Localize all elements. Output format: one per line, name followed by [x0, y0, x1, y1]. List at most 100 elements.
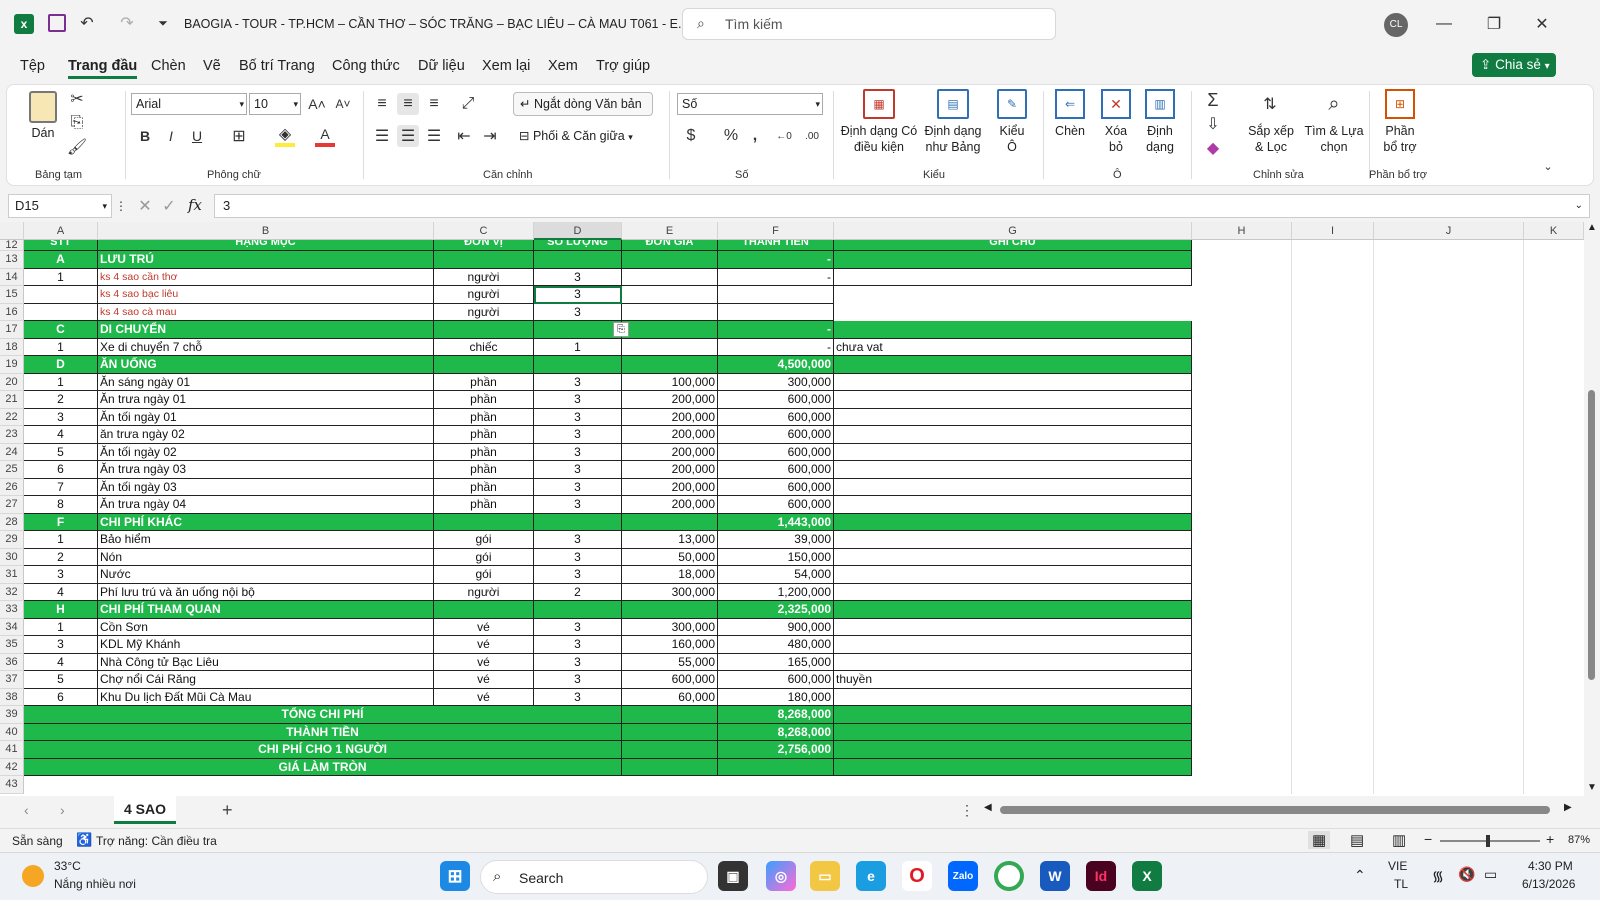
find-select-label-1[interactable]: Tìm & Lựa — [1303, 123, 1365, 139]
cell[interactable] — [534, 356, 622, 374]
item-name-cell[interactable]: Ăn trưa ngày 04 — [98, 496, 434, 514]
comma-style-icon[interactable]: , — [747, 125, 763, 147]
cell[interactable] — [434, 356, 534, 374]
quantity-cell[interactable]: 3 — [534, 461, 622, 479]
row-header[interactable]: 40 — [0, 723, 24, 741]
table-header-cell[interactable]: THÀNH TIỀN — [718, 240, 834, 251]
item-name-cell[interactable]: ăn trưa ngày 02 — [98, 426, 434, 444]
column-header[interactable]: B — [98, 222, 434, 240]
cell[interactable] — [622, 723, 718, 741]
conditional-formatting-icon[interactable]: ▦ — [863, 89, 895, 119]
quantity-cell[interactable]: 3 — [534, 478, 622, 496]
unit-price-cell[interactable]: 55,000 — [622, 653, 718, 671]
tab-review[interactable]: Xem lại — [482, 58, 530, 74]
quantity-cell[interactable]: 3 — [534, 688, 622, 706]
cell-styles-icon[interactable]: ✎ — [997, 89, 1027, 119]
stt-cell[interactable]: 1 — [24, 531, 98, 549]
row-header[interactable]: 31 — [0, 566, 24, 584]
cell[interactable] — [834, 251, 1192, 269]
cell[interactable] — [534, 321, 622, 339]
section-total-cell[interactable]: - — [718, 321, 834, 339]
stt-cell[interactable]: 2 — [24, 391, 98, 409]
section-title-cell[interactable]: ĂN UỐNG — [98, 356, 434, 374]
row-header[interactable]: 17 — [0, 321, 24, 339]
amount-cell[interactable] — [718, 303, 834, 321]
row-header[interactable]: 41 — [0, 741, 24, 759]
stt-cell[interactable] — [24, 303, 98, 321]
spreadsheet-grid[interactable]: A B C D E F G H I J K 12 STT HẠNG MỤC ĐƠN VỊ SỐ LƯỢNG ĐƠ… — [0, 222, 1584, 796]
bold-icon[interactable]: B — [135, 125, 155, 147]
note-cell[interactable] — [834, 443, 1192, 461]
cell[interactable] — [834, 758, 1192, 776]
decrease-indent-icon[interactable]: ⇤ — [453, 125, 475, 147]
note-cell[interactable] — [834, 566, 1192, 584]
sort-filter-label-1[interactable]: Sắp xếp — [1245, 123, 1297, 139]
note-cell[interactable]: chưa vat — [834, 338, 1192, 356]
cell[interactable] — [434, 513, 534, 531]
cell[interactable] — [834, 741, 1192, 759]
align-middle-icon[interactable]: ≡ — [397, 93, 419, 115]
sort-filter-label-2[interactable]: & Lọc — [1245, 139, 1297, 155]
amount-cell[interactable]: - — [718, 338, 834, 356]
section-title-cell[interactable]: CHI PHÍ KHÁC — [98, 513, 434, 531]
unit-cell[interactable]: gói — [434, 531, 534, 549]
item-name-cell[interactable]: ks 4 sao cà mau — [98, 303, 434, 321]
restore-icon[interactable]: ❐ — [1482, 12, 1506, 36]
cell[interactable] — [622, 356, 718, 374]
total-value-cell[interactable]: 8,268,000 — [718, 723, 834, 741]
conditional-formatting-label-1[interactable]: Định dạng Có — [839, 123, 919, 139]
amount-cell[interactable]: 54,000 — [718, 566, 834, 584]
unit-cell[interactable]: người — [434, 303, 534, 321]
stt-cell[interactable]: 8 — [24, 496, 98, 514]
decrease-decimal-icon[interactable]: .00 — [801, 125, 823, 147]
zoom-slider-thumb[interactable] — [1486, 835, 1490, 847]
collapse-ribbon-icon[interactable]: ⌄ — [1539, 157, 1557, 175]
item-name-cell[interactable]: Cồn Sơn — [98, 618, 434, 636]
note-cell[interactable] — [834, 426, 1192, 444]
cell[interactable] — [534, 601, 622, 619]
amount-cell[interactable]: 600,000 — [718, 496, 834, 514]
show-hidden-icons[interactable]: ⌃ — [1354, 867, 1366, 884]
clear-icon[interactable]: ◆ — [1203, 137, 1223, 159]
unit-price-cell[interactable]: 60,000 — [622, 688, 718, 706]
italic-icon[interactable]: I — [161, 125, 181, 147]
item-name-cell[interactable]: ks 4 sao cần thơ — [98, 268, 434, 286]
cell[interactable] — [834, 706, 1192, 724]
font-name-select[interactable]: Arial ▾ — [131, 93, 247, 115]
column-header[interactable]: A — [24, 222, 98, 240]
user-avatar[interactable]: CL — [1384, 13, 1408, 37]
paste-button[interactable]: Dán — [29, 125, 57, 141]
page-break-view-icon[interactable]: ▥ — [1392, 831, 1406, 849]
table-header-cell[interactable]: HẠNG MỤC — [98, 240, 434, 251]
column-header[interactable]: D — [534, 222, 622, 240]
scroll-right-icon[interactable]: ▶ — [1564, 802, 1572, 813]
page-layout-view-icon[interactable]: ▤ — [1350, 831, 1364, 849]
section-code-cell[interactable]: A — [24, 251, 98, 269]
item-name-cell[interactable]: Ăn tối ngày 03 — [98, 478, 434, 496]
column-header[interactable]: J — [1374, 222, 1524, 240]
unit-cell[interactable]: phần — [434, 391, 534, 409]
taskbar-search[interactable]: ⌕ Search — [480, 860, 708, 894]
amount-cell[interactable] — [718, 286, 834, 304]
row-header[interactable]: 16 — [0, 303, 24, 321]
section-title-cell[interactable]: DI CHUYỂN — [98, 321, 434, 339]
table-header-cell[interactable]: GHI CHÚ — [834, 240, 1192, 251]
stt-cell[interactable] — [24, 286, 98, 304]
row-header[interactable]: 32 — [0, 583, 24, 601]
total-label-cell[interactable]: THÀNH TIỀN — [24, 723, 622, 741]
save-icon[interactable] — [48, 14, 66, 32]
scroll-down-icon[interactable]: ▼ — [1587, 782, 1597, 793]
increase-indent-icon[interactable]: ⇥ — [479, 125, 501, 147]
unit-price-cell[interactable]: 160,000 — [622, 636, 718, 654]
unit-price-cell[interactable]: 100,000 — [622, 373, 718, 391]
tab-page-layout[interactable]: Bố trí Trang — [239, 58, 315, 74]
unit-cell[interactable]: phần — [434, 426, 534, 444]
cell[interactable] — [434, 251, 534, 269]
name-box[interactable]: D15 ▾ — [8, 194, 112, 218]
decrease-font-icon[interactable]: A˅ — [333, 93, 353, 115]
note-cell[interactable] — [834, 688, 1192, 706]
column-header[interactable]: K — [1524, 222, 1584, 240]
format-cells-label-1[interactable]: Định — [1140, 123, 1180, 139]
selected-cell[interactable]: 3 — [534, 286, 622, 304]
align-right-icon[interactable]: ☰ — [423, 125, 445, 147]
